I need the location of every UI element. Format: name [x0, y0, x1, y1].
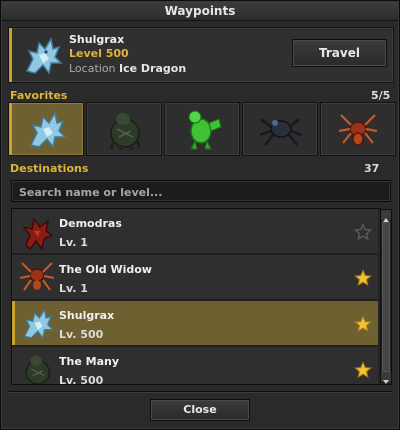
destinations-list: Demodras Lv. 1 The Old Widow Lv. 1 Shulg… [11, 208, 381, 385]
star-filled-icon[interactable] [354, 361, 372, 379]
close-button[interactable]: Close [150, 399, 250, 421]
ice-dragon-icon [23, 308, 55, 340]
row-accent-bar [12, 301, 15, 345]
favorite-accent-bar [9, 103, 12, 155]
destination-row[interactable]: The Many Lv. 500 [12, 347, 378, 385]
search-box [11, 180, 391, 202]
location-value: Ice Dragon [119, 62, 187, 75]
star-filled-icon[interactable] [354, 269, 372, 287]
scroll-down-arrow-icon[interactable] [381, 372, 391, 384]
destination-row[interactable]: The Old Widow Lv. 1 [12, 255, 378, 301]
destinations-count: 37 [364, 162, 380, 175]
favorite-slot-5[interactable] [320, 102, 396, 156]
favorites-row [8, 102, 396, 156]
green-golem-icon [188, 110, 222, 150]
red-spider-icon [338, 114, 378, 146]
red-dragon-icon [22, 217, 54, 251]
favorite-slot-1[interactable] [8, 102, 84, 156]
destination-level: Lv. 500 [59, 374, 104, 385]
ice-dragon-icon [29, 110, 67, 149]
favorite-slot-2[interactable] [86, 102, 162, 156]
destination-level: Lv. 1 [59, 282, 88, 295]
favorite-slot-4[interactable] [242, 102, 318, 156]
destination-name: Demodras [59, 217, 122, 230]
destinations-label: Destinations [10, 162, 89, 175]
selected-name: Shulgrax [69, 33, 125, 46]
scroll-thumb[interactable] [382, 222, 390, 372]
destination-level: Lv. 500 [59, 328, 104, 341]
destination-level: Lv. 1 [59, 236, 88, 249]
favorites-count: 5/5 [371, 89, 391, 102]
favorites-label: Favorites [10, 89, 68, 102]
destination-name: Shulgrax [59, 309, 115, 322]
location-label: Location [69, 62, 116, 75]
travel-button[interactable]: Travel [292, 39, 387, 67]
search-input[interactable] [17, 182, 381, 202]
selected-level: Level 500 [69, 47, 129, 60]
dark-bear-icon [25, 355, 51, 384]
destination-row[interactable]: Demodras Lv. 1 [12, 209, 378, 255]
favorite-slot-3[interactable] [164, 102, 240, 156]
destination-name: The Old Widow [59, 263, 152, 276]
scroll-up-arrow-icon[interactable] [381, 210, 391, 222]
window-title: Waypoints [2, 2, 398, 21]
dark-spider-icon [259, 118, 302, 146]
waypoints-window: Waypoints Shulgrax Level 500 Location Ic… [0, 0, 400, 430]
red-spider-icon [19, 262, 55, 291]
destination-row-selected[interactable]: Shulgrax Lv. 500 [12, 301, 378, 347]
destinations-scrollbar[interactable] [380, 209, 392, 385]
ice-dragon-icon [25, 36, 63, 75]
destination-name: The Many [59, 355, 119, 368]
star-empty-icon[interactable] [354, 223, 372, 241]
footer-divider [7, 391, 393, 392]
selected-location: Location Ice Dragon [69, 62, 186, 75]
dark-bear-icon [109, 113, 142, 151]
star-filled-icon[interactable] [354, 315, 372, 333]
selected-accent-bar [9, 28, 12, 82]
